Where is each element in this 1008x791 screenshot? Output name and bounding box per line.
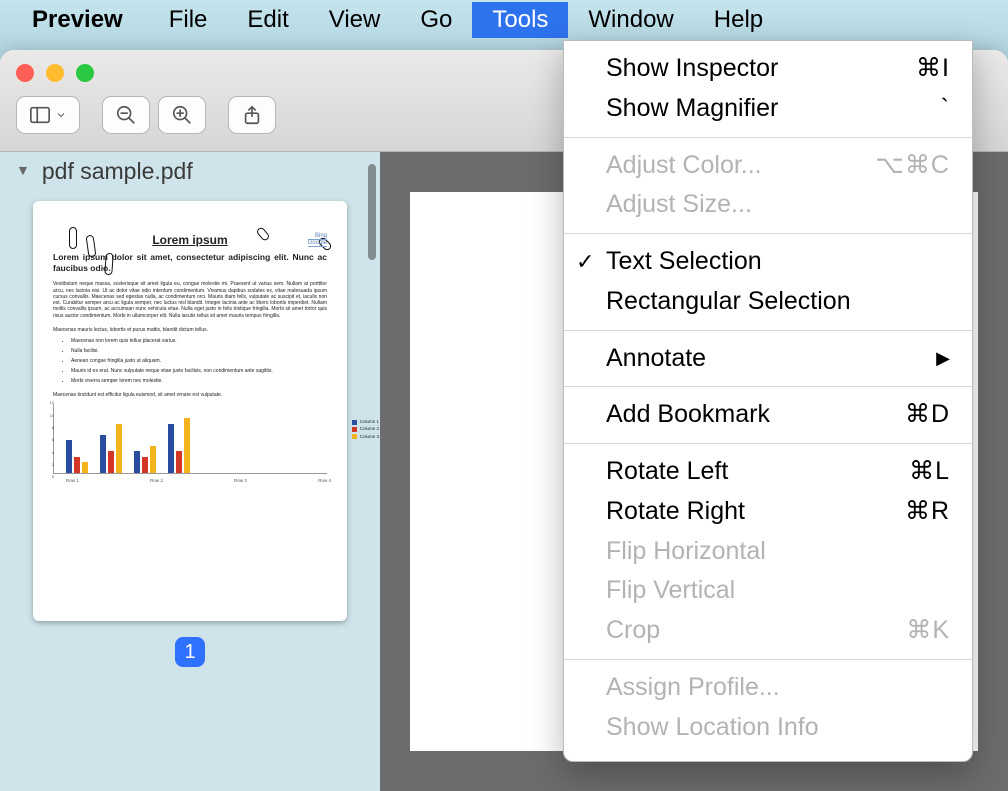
menu-item-shortcut: ⌘R [905,495,950,529]
menu-help[interactable]: Help [694,2,783,38]
thumbnail-paragraph: Vestibulum neque massa, scelerisque sit … [53,281,327,319]
menu-separator [564,233,972,234]
menu-item-adjust-size: Adjust Size... [564,185,972,225]
menu-separator [564,330,972,331]
menu-item-rotate-left[interactable]: Rotate Left ⌘L [564,452,972,492]
menu-view[interactable]: View [309,2,401,38]
menu-item-shortcut: ⌘L [909,455,950,489]
page-number-badge[interactable]: 1 [175,637,205,667]
menu-item-label: Annotate [606,342,706,376]
menu-item-shortcut: ⌘D [905,398,950,432]
menu-item-shortcut: ⌘I [916,52,950,86]
sidebar-scrollbar[interactable] [368,164,376,260]
menu-separator [564,443,972,444]
menu-file[interactable]: File [149,2,228,38]
sidebar-view-button[interactable] [16,96,80,134]
menu-item-assign-profile: Assign Profile... [564,668,972,708]
share-button[interactable] [228,96,276,134]
menu-go[interactable]: Go [400,2,472,38]
submenu-arrow-icon: ▶ [936,346,950,370]
menu-item-label: Flip Horizontal [606,535,766,569]
minimize-button[interactable] [46,64,64,82]
sidebar-header[interactable]: ▲ pdf sample.pdf [0,152,380,191]
menu-item-label: Rectangular Selection [606,285,851,319]
thumbnail-closing: Maecenas tincidunt est efficitur ligula … [53,392,327,398]
menu-separator [564,386,972,387]
menu-item-shortcut: ⌥⌘C [875,149,950,183]
sidebar-icon [29,104,51,126]
page-thumbnail[interactable]: Bing Google Lorem ipsum Lorem ipsum dolo… [33,201,347,621]
menu-window[interactable]: Window [568,2,693,38]
menu-item-flip-horizontal: Flip Horizontal [564,532,972,572]
menu-item-text-selection[interactable]: ✓ Text Selection [564,242,972,282]
zoom-out-icon [115,104,137,126]
menu-item-rectangular-selection[interactable]: Rectangular Selection [564,282,972,322]
menu-item-label: Assign Profile... [606,671,780,705]
menubar: Preview File Edit View Go Tools Window H… [0,0,1008,40]
thumbnail-links: Bing Google [308,233,327,247]
menu-item-show-location-info: Show Location Info [564,708,972,748]
menu-item-rotate-right[interactable]: Rotate Right ⌘R [564,492,972,532]
thumbnails-sidebar: ▲ pdf sample.pdf Bing Google Lorem ipsum… [0,152,380,791]
checkmark-icon: ✓ [576,247,594,277]
menu-item-label: Rotate Left [606,455,728,489]
document-title: pdf sample.pdf [42,158,193,185]
menu-item-shortcut: ⌘K [906,614,950,648]
thumbnail-bullets: Maecenas non lorem quis tellus placerat … [71,338,327,384]
tools-menu-dropdown: Show Inspector ⌘I Show Magnifier ` Adjust Co… [563,40,973,762]
menu-item-label: Show Location Info [606,711,819,745]
menu-item-add-bookmark[interactable]: Add Bookmark ⌘D [564,395,972,435]
menu-item-label: Adjust Size... [606,188,752,222]
paperclip-icon [104,253,114,276]
menu-tools[interactable]: Tools [472,2,568,38]
thumbnail-subhead: Maecenas mauris lectus, lobortis et puru… [53,327,327,333]
menu-item-flip-vertical: Flip Vertical [564,571,972,611]
paperclip-icon [69,227,77,249]
menu-item-annotate[interactable]: Annotate ▶ [564,339,972,379]
menu-item-label: Crop [606,614,660,648]
menu-item-shortcut: ` [941,92,950,126]
share-icon [241,104,263,126]
menu-item-label: Text Selection [606,245,762,279]
menu-item-label: Show Magnifier [606,92,778,126]
close-button[interactable] [16,64,34,82]
menu-item-show-inspector[interactable]: Show Inspector ⌘I [564,49,972,89]
menu-item-adjust-color: Adjust Color... ⌥⌘C [564,146,972,186]
thumbnail-chart: 121086420 Column 1Column 2Column 3 Row 1… [53,404,327,474]
menu-item-crop: Crop ⌘K [564,611,972,651]
disclosure-triangle-icon[interactable]: ▲ [16,164,30,180]
menu-item-label: Flip Vertical [606,574,735,608]
menu-separator [564,137,972,138]
menu-edit[interactable]: Edit [227,2,308,38]
zoom-in-icon [171,104,193,126]
menu-item-label: Adjust Color... [606,149,762,183]
zoom-out-button[interactable] [102,96,150,134]
zoom-in-button[interactable] [158,96,206,134]
menu-item-label: Rotate Right [606,495,745,529]
menu-item-label: Add Bookmark [606,398,770,432]
menu-item-show-magnifier[interactable]: Show Magnifier ` [564,89,972,129]
menu-item-label: Show Inspector [606,52,778,86]
menu-separator [564,659,972,660]
chevron-down-icon [55,109,67,121]
app-name[interactable]: Preview [32,6,123,34]
zoom-button[interactable] [76,64,94,82]
